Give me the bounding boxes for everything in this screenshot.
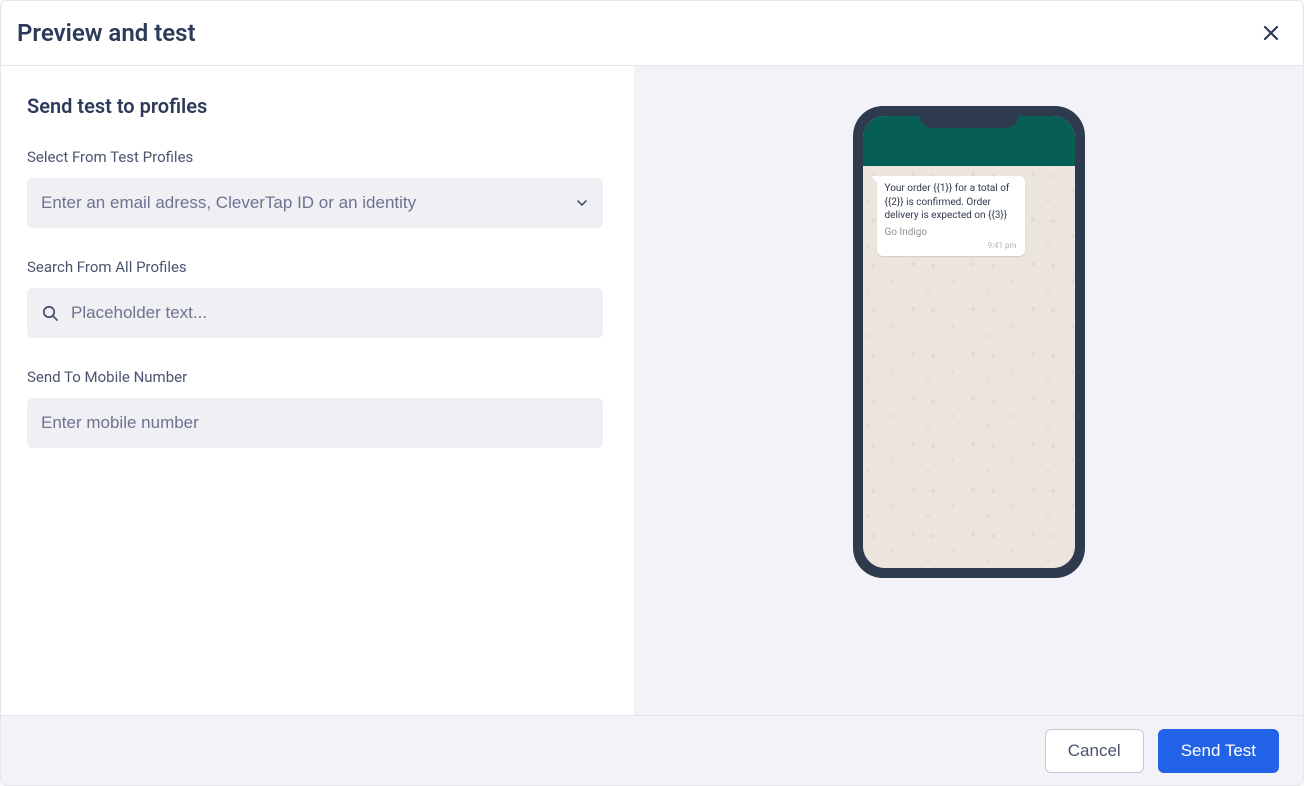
phone-screen: Your order {{1}} for a total of {{2}} is…: [863, 116, 1075, 568]
close-button[interactable]: [1259, 21, 1283, 45]
test-profiles-label: Select From Test Profiles: [27, 148, 608, 166]
preview-test-modal: Preview and test Send test to profiles S…: [0, 0, 1304, 786]
chevron-down-icon: [575, 196, 589, 210]
mobile-number-wrap[interactable]: [27, 398, 603, 448]
form-panel: Send test to profiles Select From Test P…: [1, 66, 634, 715]
test-profiles-field: Select From Test Profiles: [27, 148, 608, 228]
phone-notch: [919, 106, 1019, 128]
message-link: Go Indigo: [885, 226, 1017, 240]
cancel-button[interactable]: Cancel: [1045, 729, 1144, 773]
modal-footer: Cancel Send Test: [1, 715, 1303, 785]
mobile-number-field: Send To Mobile Number: [27, 368, 608, 448]
mobile-number-label: Send To Mobile Number: [27, 368, 608, 386]
message-text: Your order {{1}} for a total of {{2}} is…: [885, 182, 1017, 223]
mobile-number-input[interactable]: [41, 398, 589, 448]
modal-header: Preview and test: [1, 1, 1303, 66]
message-bubble: Your order {{1}} for a total of {{2}} is…: [877, 176, 1025, 256]
phone-mockup: Your order {{1}} for a total of {{2}} is…: [853, 106, 1085, 578]
test-profiles-select[interactable]: [27, 178, 603, 228]
send-test-button[interactable]: Send Test: [1158, 729, 1279, 773]
search-profiles-field: Search From All Profiles: [27, 258, 608, 338]
test-profiles-input[interactable]: [41, 178, 575, 228]
close-icon: [1262, 24, 1280, 42]
whatsapp-body: Your order {{1}} for a total of {{2}} is…: [863, 166, 1075, 568]
modal-body: Send test to profiles Select From Test P…: [1, 66, 1303, 715]
search-icon: [41, 304, 59, 322]
section-title: Send test to profiles: [27, 94, 608, 118]
search-profiles-label: Search From All Profiles: [27, 258, 608, 276]
modal-title: Preview and test: [17, 19, 196, 47]
search-profiles-wrap[interactable]: [27, 288, 603, 338]
search-profiles-input[interactable]: [71, 288, 589, 338]
message-time: 9:41 pm: [885, 241, 1017, 252]
preview-panel: Your order {{1}} for a total of {{2}} is…: [634, 66, 1303, 715]
